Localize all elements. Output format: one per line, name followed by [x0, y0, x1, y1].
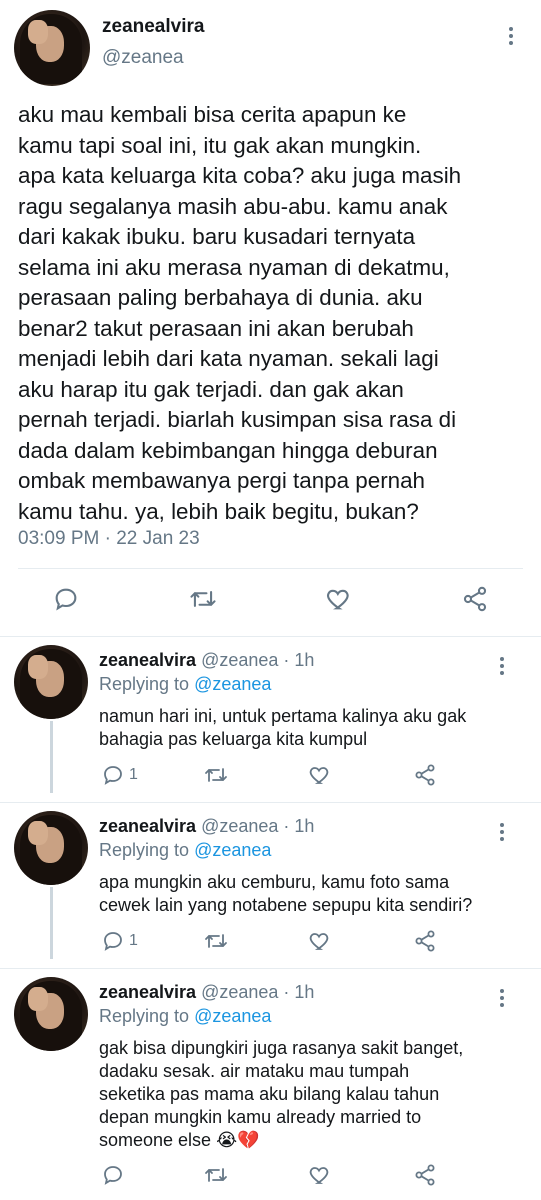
display-name[interactable]: zeanealvira: [102, 16, 204, 38]
tweet-text-line: ragu segalanya masih abu-abu. kamu anak: [18, 193, 448, 219]
avatar-hand: [28, 987, 48, 1011]
main-tweet: zeanealvira @zeanea aku mau kembali bisa…: [0, 0, 541, 637]
reply-text-line: seketika pas mama aku bilang kalau tahun: [99, 1084, 440, 1104]
more-vertical-icon[interactable]: [499, 657, 505, 677]
replying-to: Replying to @zeanea: [99, 674, 271, 695]
reply-count: 1: [129, 766, 138, 783]
handle-time: @zeanea · 1h: [201, 982, 315, 1002]
tweet-text-line: kamu tapi soal ini, itu gak akan mungkin…: [18, 132, 422, 158]
replying-to-label: Replying to: [99, 840, 195, 860]
avatar-hand: [28, 821, 48, 845]
reply-text-line: gak bisa dipungkiri juga rasanya sakit b…: [99, 1038, 464, 1058]
reply-text-line: apa mungkin aku cemburu, kamu foto sama: [99, 872, 450, 892]
replying-to-handle[interactable]: @zeanea: [194, 1006, 271, 1026]
avatar[interactable]: [14, 10, 90, 86]
replying-to-label: Replying to: [99, 1006, 195, 1026]
replying-to: Replying to @zeanea: [99, 840, 271, 861]
display-name[interactable]: zeanealvira: [99, 816, 196, 836]
reply-actions: [0, 1163, 541, 1189]
replying-to: Replying to @zeanea: [99, 1006, 271, 1027]
tweet-text-line: kamu tahu. ya, lebih baik begitu, bukan?: [18, 498, 419, 524]
tweet-text: aku mau kembali bisa cerita apapun ke ka…: [18, 100, 533, 527]
tweet-text-line: pernah terjadi. biarlah kusimpan sisa ra…: [18, 407, 457, 432]
replying-to-handle[interactable]: @zeanea: [194, 674, 271, 694]
tweet-text-line: menjadi lebih dari kata nyaman. sekali l…: [18, 346, 439, 371]
user-handle[interactable]: @zeanea: [102, 47, 184, 69]
reply-count: 1: [129, 932, 138, 949]
replying-to-handle[interactable]: @zeanea: [194, 840, 271, 860]
reply-header: zeanealvira @zeanea · 1h: [99, 650, 314, 671]
share-icon[interactable]: [413, 929, 437, 953]
retweet-icon[interactable]: [203, 929, 229, 953]
heart-icon[interactable]: [308, 763, 332, 787]
reply-text-line: bahagia pas keluarga kita kumpul: [99, 729, 368, 749]
retweet-icon[interactable]: [203, 763, 229, 787]
retweet-icon[interactable]: [203, 1163, 229, 1187]
avatar-hand: [28, 20, 48, 44]
tweet-text-line: dada dalam kebimbangan hingga deburan: [18, 437, 438, 463]
reply-tweet[interactable]: zeanealvira @zeanea · 1h Replying to @ze…: [0, 969, 541, 1200]
tweet-timestamp[interactable]: 03:09 PM · 22 Jan 23: [18, 528, 200, 550]
display-name[interactable]: zeanealvira: [99, 650, 196, 670]
handle-time: @zeanea · 1h: [201, 650, 315, 670]
avatar[interactable]: [14, 811, 88, 885]
avatar-hand: [28, 655, 48, 679]
tweet-actions: [0, 585, 541, 619]
reply-text-line: cewek lain yang notabene sepupu kita sen…: [99, 895, 473, 915]
reply-text: namun hari ini, untuk pertama kalinya ak…: [99, 705, 534, 751]
reply-text-line: someone else 😭💔: [99, 1130, 260, 1150]
tweet-text-line: aku mau kembali bisa cerita apapun ke: [18, 102, 407, 127]
tweet-text-line: selama ini aku merasa nyaman di dekatmu,: [18, 254, 450, 280]
reply-text-line: namun hari ini, untuk pertama kalinya ak…: [99, 706, 467, 726]
reply-text-line: dadaku sesak. air mataku mau tumpah: [99, 1061, 410, 1081]
reply-tweet[interactable]: zeanealvira @zeanea · 1h Replying to @ze…: [0, 803, 541, 969]
reply-header: zeanealvira @zeanea · 1h: [99, 816, 314, 837]
reply-text-line: depan mungkin kamu already married to: [99, 1107, 422, 1127]
tweet-text-line: apa kata keluarga kita coba? aku juga ma…: [18, 163, 462, 188]
reply-tweet[interactable]: zeanealvira @zeanea · 1h Replying to @ze…: [0, 637, 541, 803]
avatar[interactable]: [14, 645, 88, 719]
tweet-text-line: aku harap itu gak terjadi. dan gak akan: [18, 376, 404, 402]
reply-header: zeanealvira @zeanea · 1h: [99, 982, 314, 1003]
heart-icon[interactable]: [308, 1163, 332, 1187]
more-vertical-icon[interactable]: [499, 823, 505, 843]
reply-actions: 1: [0, 763, 541, 789]
more-vertical-icon[interactable]: [508, 27, 514, 47]
share-icon[interactable]: [413, 763, 437, 787]
tweet-text-line: dari kakak ibuku. baru kusadari ternyata: [18, 224, 416, 249]
heart-icon[interactable]: [325, 585, 353, 613]
reply-icon[interactable]: 1: [101, 763, 138, 787]
share-icon[interactable]: [413, 1163, 437, 1187]
reply-icon[interactable]: 1: [101, 929, 138, 953]
reply-actions: 1: [0, 929, 541, 955]
tweet-text-line: perasaan paling berbahaya di dunia. aku: [18, 285, 423, 310]
tweet-text-line: ombak membawanya pergi tanpa pernah: [18, 468, 426, 493]
heart-icon[interactable]: [308, 929, 332, 953]
display-name[interactable]: zeanealvira: [99, 982, 196, 1002]
handle-time: @zeanea · 1h: [201, 816, 315, 836]
share-icon[interactable]: [461, 585, 489, 613]
replying-to-label: Replying to: [99, 674, 195, 694]
avatar[interactable]: [14, 977, 88, 1051]
tweet-text-line: benar2 takut perasaan ini akan berubah: [18, 315, 414, 341]
reply-icon[interactable]: [52, 585, 80, 613]
divider: [18, 568, 523, 569]
reply-icon[interactable]: [101, 1163, 129, 1187]
retweet-icon[interactable]: [188, 585, 218, 613]
more-vertical-icon[interactable]: [499, 989, 505, 1009]
reply-text: gak bisa dipungkiri juga rasanya sakit b…: [99, 1037, 534, 1152]
reply-text: apa mungkin aku cemburu, kamu foto sama …: [99, 871, 534, 917]
